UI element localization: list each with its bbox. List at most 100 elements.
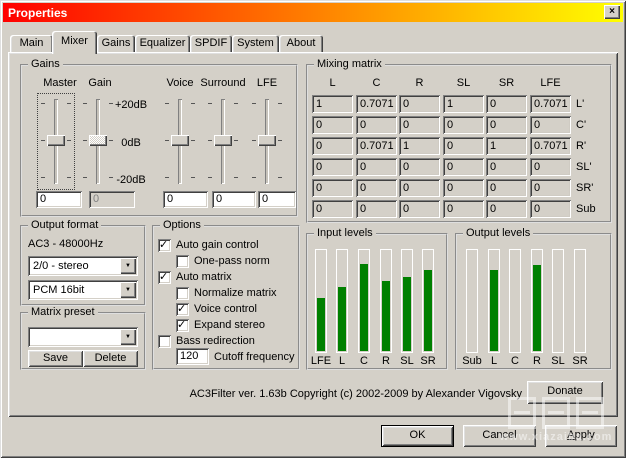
matrix-cell[interactable]: 0.7071 (356, 95, 397, 113)
surround-gain-value[interactable]: 0 (212, 191, 256, 208)
delete-button[interactable]: Delete (83, 350, 138, 367)
sample-format-value: PCM 16bit (33, 284, 85, 296)
checkbox-voice-control[interactable]: ✓ Voice control (176, 302, 257, 316)
checkbox-auto-matrix[interactable]: ✓ Auto matrix (158, 270, 232, 284)
checkbox-box[interactable]: ✓ (176, 318, 189, 332)
tab-equalizer[interactable]: Equalizer (135, 35, 190, 53)
speaker-config-select[interactable]: 2/0 - stereo ▼ (28, 256, 138, 276)
matrix-cell[interactable]: 0 (530, 158, 571, 176)
matrix-cell[interactable]: 0 (486, 200, 527, 218)
check-icon: ✓ (177, 318, 187, 331)
matrix-cell[interactable]: 0 (356, 200, 397, 218)
checkbox-auto-gain-control[interactable]: ✓ Auto gain control (158, 238, 259, 252)
checkbox-one-pass-norm[interactable]: ✓ One-pass norm (176, 254, 270, 268)
lfe-gain-slider[interactable] (249, 94, 285, 189)
mixing-matrix-title: Mixing matrix (314, 58, 385, 70)
slider-thumb[interactable] (47, 135, 65, 146)
matrix-cell[interactable]: 0 (443, 158, 484, 176)
matrix-cell[interactable]: 0 (312, 116, 353, 134)
matrix-cell[interactable]: 0.7071 (530, 137, 571, 155)
matrix-cell[interactable]: 0 (443, 116, 484, 134)
tab-mixer[interactable]: Mixer (52, 31, 97, 54)
matrix-cell[interactable]: 0 (530, 200, 571, 218)
matrix-cell[interactable]: 0 (399, 179, 440, 197)
slider-thumb[interactable] (214, 135, 232, 146)
matrix-cell[interactable]: 0 (399, 158, 440, 176)
matrix-cell[interactable]: 0 (399, 200, 440, 218)
matrix-cell[interactable]: 0 (312, 200, 353, 218)
checkbox-box[interactable]: ✓ (158, 238, 171, 252)
checkbox-expand-stereo[interactable]: ✓ Expand stereo (176, 318, 265, 332)
matrix-cell[interactable]: 0 (486, 116, 527, 134)
chevron-down-icon[interactable]: ▼ (120, 258, 136, 274)
matrix-row-label: Sub (576, 203, 596, 215)
master-gain-slider[interactable] (37, 93, 75, 190)
matrix-cell[interactable]: 0 (356, 158, 397, 176)
slider-thumb[interactable] (258, 135, 276, 146)
checkbox-box[interactable]: ✓ (158, 270, 171, 284)
matrix-cell[interactable]: 0 (356, 116, 397, 134)
tab-gains[interactable]: Gains (97, 35, 135, 53)
slider-label-master: Master (43, 77, 77, 89)
tab-main[interactable]: Main (10, 35, 53, 53)
checkbox-box[interactable]: ✓ (176, 254, 189, 268)
chevron-down-icon[interactable]: ▼ (120, 282, 136, 298)
matrix-cell[interactable]: 0 (312, 137, 353, 155)
cancel-button[interactable]: Cancel (463, 425, 536, 447)
matrix-cell[interactable]: 0 (399, 116, 440, 134)
meter-label: SR (572, 355, 588, 367)
surround-gain-slider[interactable] (205, 94, 241, 189)
matrix-cell[interactable]: 0 (530, 179, 571, 197)
voice-gain-slider[interactable] (162, 94, 198, 189)
matrix-row-label: L' (576, 98, 585, 110)
checkbox-bass-redirection[interactable]: ✓ Bass redirection (158, 334, 255, 348)
input-levels-title: Input levels (314, 227, 376, 239)
matrix-cell[interactable]: 0 (486, 158, 527, 176)
voice-gain-value[interactable]: 0 (163, 191, 208, 208)
sample-format-select[interactable]: PCM 16bit ▼ (28, 280, 138, 300)
tab-spdif[interactable]: SPDIF (190, 35, 232, 53)
lfe-gain-value[interactable]: 0 (258, 191, 296, 208)
checkbox-label: Normalize matrix (194, 287, 277, 299)
meter-input-sr (422, 249, 434, 353)
matrix-cell[interactable]: 1 (443, 95, 484, 113)
checkbox-normalize-matrix[interactable]: ✓ Normalize matrix (176, 286, 277, 300)
chevron-down-icon[interactable]: ▼ (120, 329, 136, 345)
donate-button[interactable]: Donate (527, 381, 603, 404)
close-icon[interactable]: × (604, 5, 620, 19)
matrix-cell[interactable]: 0 (443, 137, 484, 155)
matrix-cell[interactable]: 0 (486, 95, 527, 113)
title-bar[interactable]: Properties × (3, 3, 623, 22)
matrix-cell[interactable]: 1 (312, 95, 353, 113)
tab-system[interactable]: System (232, 35, 279, 53)
ok-button[interactable]: OK (381, 425, 454, 447)
checkbox-box[interactable]: ✓ (176, 302, 189, 316)
matrix-cell[interactable]: 1 (399, 137, 440, 155)
slider-thumb[interactable] (171, 135, 189, 146)
matrix-cell[interactable]: 0 (312, 179, 353, 197)
matrix-cell[interactable]: 0 (530, 116, 571, 134)
matrix-cell[interactable]: 0.7071 (356, 137, 397, 155)
gain-value: 0 (89, 191, 135, 208)
matrix-row-label: R' (576, 140, 587, 152)
save-button[interactable]: Save (28, 350, 83, 367)
checkbox-box[interactable]: ✓ (176, 286, 189, 300)
matrix-cell[interactable]: 0 (486, 179, 527, 197)
checkbox-label: One-pass norm (194, 255, 270, 267)
matrix-preset-select[interactable]: ▼ (28, 327, 138, 347)
matrix-cell[interactable]: 1 (486, 137, 527, 155)
matrix-cell[interactable]: 0 (312, 158, 353, 176)
matrix-cell[interactable]: 0.7071 (530, 95, 571, 113)
tab-about[interactable]: About (279, 35, 323, 53)
apply-button[interactable]: Apply (545, 425, 617, 447)
matrix-cell[interactable]: 0 (356, 179, 397, 197)
properties-dialog: Properties × Main Mixer Gains Equalizer … (0, 0, 626, 458)
master-gain-value[interactable]: 0 (36, 191, 82, 208)
meter-input-r (380, 249, 392, 353)
matrix-cell[interactable]: 0 (443, 179, 484, 197)
checkbox-box[interactable]: ✓ (158, 334, 171, 348)
cutoff-frequency-input[interactable]: 120 (176, 348, 209, 365)
matrix-cell[interactable]: 0 (443, 200, 484, 218)
matrix-cell[interactable]: 0 (399, 95, 440, 113)
matrix-col-sl: SL (456, 77, 471, 89)
